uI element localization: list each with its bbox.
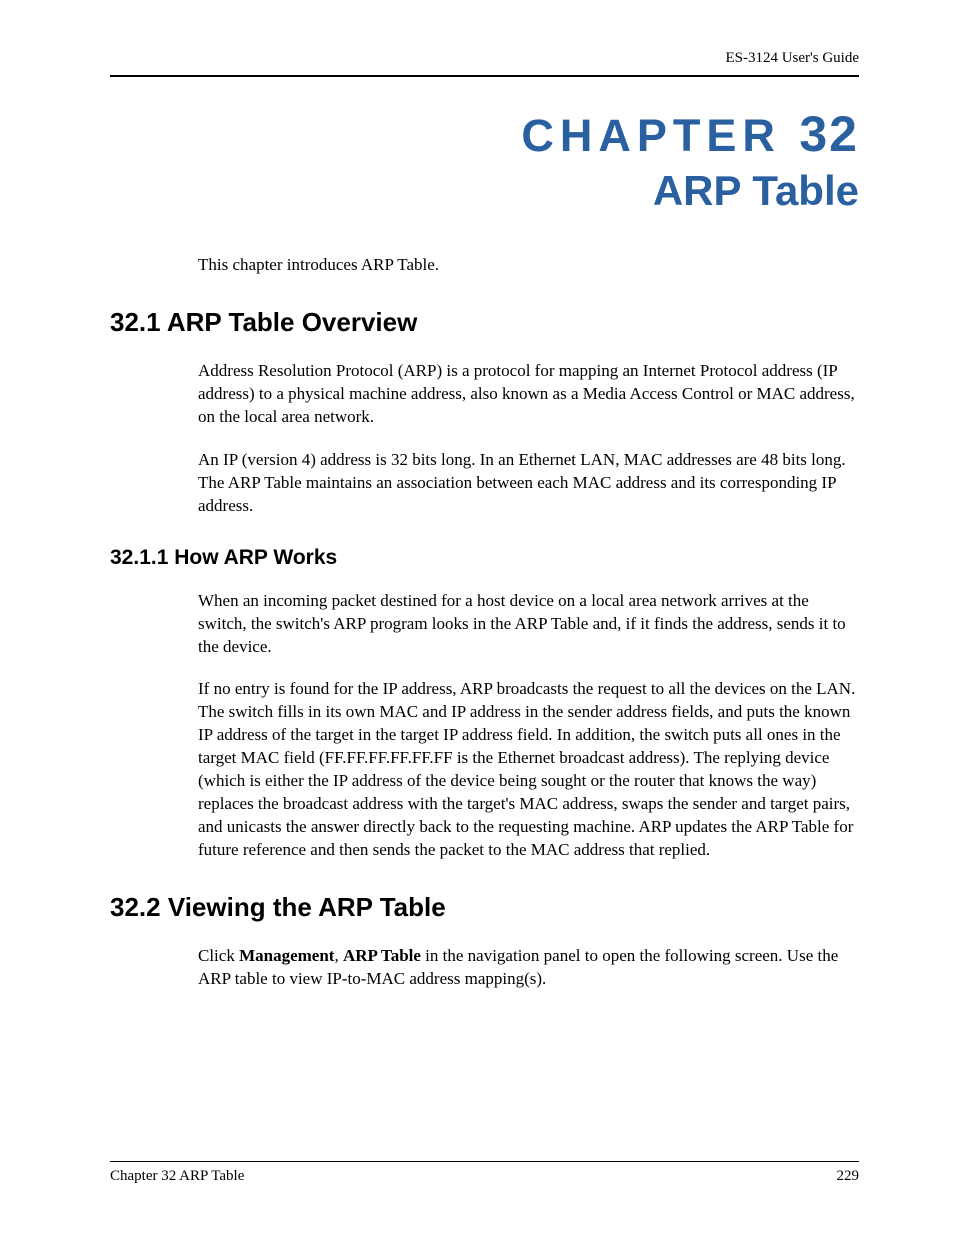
footer-left: Chapter 32 ARP Table <box>110 1168 244 1185</box>
header-rule <box>110 75 859 77</box>
section-32-2-title: 32.2 Viewing the ARP Table <box>110 892 859 923</box>
s2-p1-bold2: ARP Table <box>343 946 421 965</box>
section-32-1-p2: An IP (version 4) address is 32 bits lon… <box>198 449 859 518</box>
chapter-label: CHAPTER 32 <box>110 107 859 162</box>
chapter-subtitle: ARP Table <box>110 167 859 215</box>
chapter-label-number: 32 <box>799 106 859 162</box>
section-32-1-1-title: 32.1.1 How ARP Works <box>110 546 859 570</box>
footer-rule <box>110 1161 859 1162</box>
section-32-1-p1: Address Resolution Protocol (ARP) is a p… <box>198 360 859 429</box>
chapter-title-block: CHAPTER 32 ARP Table <box>110 107 859 215</box>
s2-p1-mid: , <box>334 946 343 965</box>
section-32-1-1-p2: If no entry is found for the IP address,… <box>198 678 859 862</box>
s2-p1-bold1: Management <box>239 946 334 965</box>
chapter-intro: This chapter introduces ARP Table. <box>198 255 859 275</box>
header-guide-title: ES-3124 User's Guide <box>110 50 859 67</box>
footer-right: 229 <box>837 1168 860 1185</box>
section-32-2-p1: Click Management, ARP Table in the navig… <box>198 945 859 991</box>
s2-p1-pre: Click <box>198 946 239 965</box>
page-footer: Chapter 32 ARP Table 229 <box>110 1161 859 1185</box>
chapter-label-prefix: CHAPTER <box>521 110 781 161</box>
section-32-1-1-p1: When an incoming packet destined for a h… <box>198 590 859 659</box>
section-32-1-title: 32.1 ARP Table Overview <box>110 307 859 338</box>
